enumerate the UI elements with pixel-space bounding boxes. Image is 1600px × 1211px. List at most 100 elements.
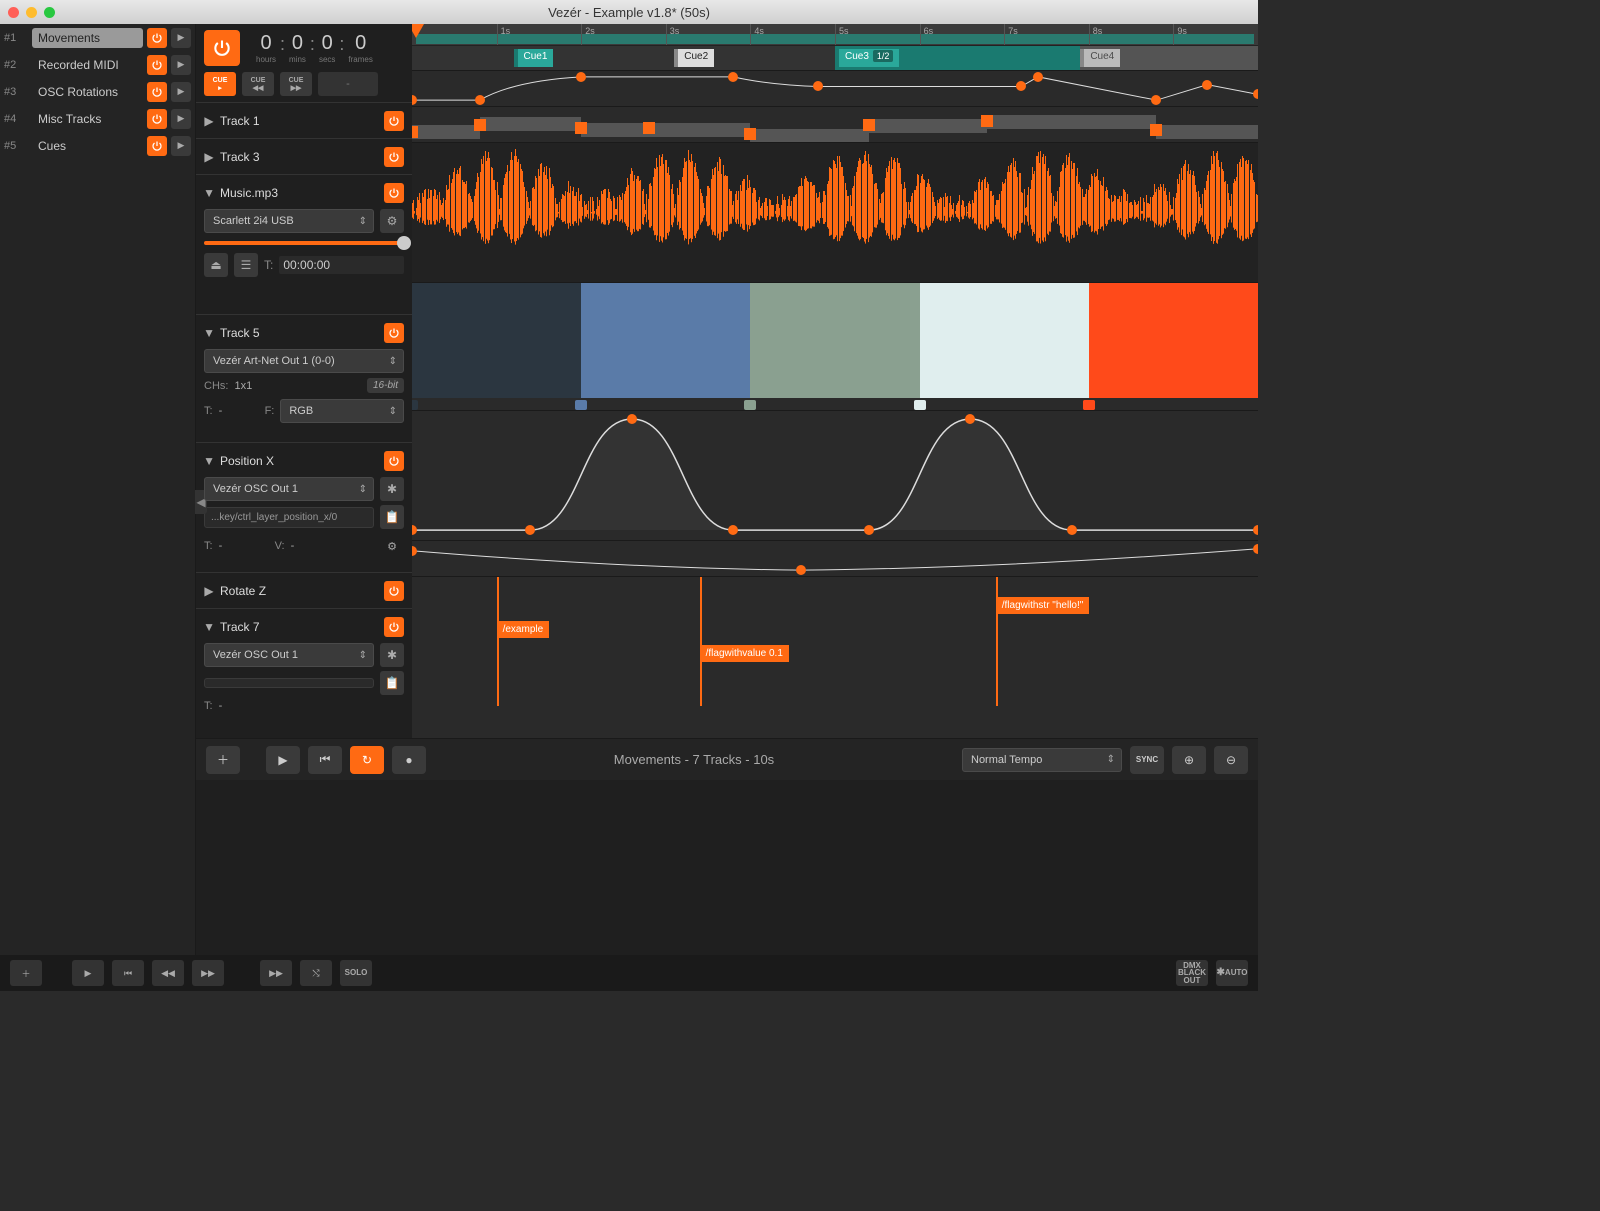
posx-lane[interactable]	[412, 410, 1258, 540]
color-block-4[interactable]	[1089, 283, 1258, 398]
track7-address-field[interactable]	[204, 678, 374, 688]
rotz-name[interactable]: Rotate Z	[220, 584, 378, 598]
cue-marker-2[interactable]: Cue31/2	[835, 49, 899, 67]
global-add-button[interactable]: ＋	[10, 960, 42, 986]
cue-marker-0[interactable]: Cue1	[514, 49, 554, 67]
comp-2-play-button[interactable]: ▶	[171, 82, 191, 102]
music-name[interactable]: Music.mp3	[220, 186, 378, 200]
cue-prev-button[interactable]: CUE◀◀	[242, 72, 274, 96]
track3-lane[interactable]	[412, 106, 1258, 142]
track5-power-button[interactable]	[384, 323, 404, 343]
comp-3-power-button[interactable]	[147, 109, 167, 129]
global-next-button[interactable]: ▶▶	[192, 960, 224, 986]
cue-lane[interactable]: Cue1Cue2Cue31/2Cue4	[412, 46, 1258, 70]
zoom-out-button[interactable]: ⊖	[1214, 746, 1248, 774]
color-keyframe-2[interactable]	[744, 400, 756, 410]
flag-label-2[interactable]: /flagwithstr "hello!"	[996, 597, 1090, 614]
track3-power-button[interactable]	[384, 147, 404, 167]
posx-learn-button[interactable]: ✱	[380, 477, 404, 501]
track1-disclosure[interactable]: ▶	[204, 116, 214, 126]
track7-clipboard-button[interactable]: 📋	[380, 671, 404, 695]
composition-power-button[interactable]	[204, 30, 240, 66]
cue-jump-button[interactable]: CUE▸	[204, 72, 236, 96]
rotz-disclosure[interactable]: ▶	[204, 586, 214, 596]
track7-power-button[interactable]	[384, 617, 404, 637]
comp-item-0[interactable]: Movements	[32, 28, 143, 48]
audio-settings-button[interactable]: ⚙	[380, 209, 404, 233]
flag-1[interactable]	[700, 577, 702, 706]
global-rewind-button[interactable]: ⏮	[112, 960, 144, 986]
flag-0[interactable]	[497, 577, 499, 706]
list-button[interactable]: ☰	[234, 253, 258, 277]
audio-device-select[interactable]: Scarlett 2i4 USB	[204, 209, 374, 233]
eject-button[interactable]: ⏏	[204, 253, 228, 277]
blackout-button[interactable]: DMX BLACK OUT	[1176, 960, 1208, 986]
cue-marker-1[interactable]: Cue2	[674, 49, 714, 67]
cue-next-button[interactable]: CUE▶▶	[280, 72, 312, 96]
track5-name[interactable]: Track 5	[220, 326, 378, 340]
track7-lane[interactable]: /example/flagwithvalue 0.1/flagwithstr "…	[412, 576, 1258, 706]
comp-0-play-button[interactable]: ▶	[171, 28, 191, 48]
minimize-window-button[interactable]	[26, 7, 37, 18]
comp-3-play-button[interactable]: ▶	[171, 109, 191, 129]
track3-disclosure[interactable]: ▶	[204, 152, 214, 162]
sync-button[interactable]: SYNC	[1130, 746, 1164, 774]
posx-settings-button[interactable]: ⚙	[380, 534, 404, 558]
track5-channels[interactable]: 1x1	[234, 380, 361, 392]
color-keyframe-1[interactable]	[575, 400, 587, 410]
play-button[interactable]: ▶	[266, 746, 300, 774]
tempo-select[interactable]: Normal Tempo	[962, 748, 1122, 772]
rotz-lane[interactable]	[412, 540, 1258, 576]
color-keyframe-0[interactable]	[412, 400, 418, 410]
comp-4-play-button[interactable]: ▶	[171, 136, 191, 156]
zoom-in-button[interactable]: ⊕	[1172, 746, 1206, 774]
track1-name[interactable]: Track 1	[220, 114, 378, 128]
posx-name[interactable]: Position X	[220, 454, 378, 468]
close-window-button[interactable]	[8, 7, 19, 18]
global-prev-button[interactable]: ◀◀	[152, 960, 184, 986]
color-keyframe-3[interactable]	[914, 400, 926, 410]
flag-label-1[interactable]: /flagwithvalue 0.1	[700, 645, 789, 662]
comp-1-power-button[interactable]	[147, 55, 167, 75]
timeline-area[interactable]: 1s2s3s4s5s6s7s8s9s10 Cue1Cue2Cue31/2Cue4	[412, 24, 1258, 738]
time-ruler[interactable]: 1s2s3s4s5s6s7s8s9s10	[412, 24, 1258, 46]
comp-item-3[interactable]: Misc Tracks	[32, 109, 143, 129]
comp-0-power-button[interactable]	[147, 28, 167, 48]
comp-4-power-button[interactable]	[147, 136, 167, 156]
playhead[interactable]	[412, 24, 424, 38]
track5-lane[interactable]	[412, 282, 1258, 410]
volume-slider[interactable]	[204, 241, 404, 245]
comp-item-1[interactable]: Recorded MIDI	[32, 55, 143, 75]
global-ffwd-button[interactable]: ▶▶	[260, 960, 292, 986]
comp-item-2[interactable]: OSC Rotations	[32, 82, 143, 102]
rewind-button[interactable]: ⏮	[308, 746, 342, 774]
track3-name[interactable]: Track 3	[220, 150, 378, 164]
comp-item-4[interactable]: Cues	[32, 136, 143, 156]
posx-clipboard-button[interactable]: 📋	[380, 505, 404, 529]
track5-disclosure[interactable]: ▼	[204, 328, 214, 338]
track7-learn-button[interactable]: ✱	[380, 643, 404, 667]
track1-power-button[interactable]	[384, 111, 404, 131]
music-power-button[interactable]	[384, 183, 404, 203]
track1-lane[interactable]	[412, 70, 1258, 106]
track7-disclosure[interactable]: ▼	[204, 622, 214, 632]
track7-name[interactable]: Track 7	[220, 620, 378, 634]
bit-depth-toggle[interactable]: 16-bit	[367, 378, 404, 393]
auto-button[interactable]: ✱AUTO	[1216, 960, 1248, 986]
flag-label-0[interactable]: /example	[497, 621, 550, 638]
music-lane[interactable]	[412, 142, 1258, 282]
solo-button[interactable]: SOLO	[340, 960, 372, 986]
color-block-1[interactable]	[581, 283, 750, 398]
track5-format-select[interactable]: RGB	[280, 399, 404, 423]
track5-output-select[interactable]: Vezér Art-Net Out 1 (0-0)	[204, 349, 404, 373]
music-disclosure[interactable]: ▼	[204, 188, 214, 198]
add-track-button[interactable]: ＋	[206, 746, 240, 774]
posx-output-select[interactable]: Vezér OSC Out 1	[204, 477, 374, 501]
color-block-0[interactable]	[412, 283, 581, 398]
comp-1-play-button[interactable]: ▶	[171, 55, 191, 75]
color-block-3[interactable]	[920, 283, 1089, 398]
posx-power-button[interactable]	[384, 451, 404, 471]
record-button[interactable]: ●	[392, 746, 426, 774]
zoom-window-button[interactable]	[44, 7, 55, 18]
posx-disclosure[interactable]: ▼	[204, 456, 214, 466]
